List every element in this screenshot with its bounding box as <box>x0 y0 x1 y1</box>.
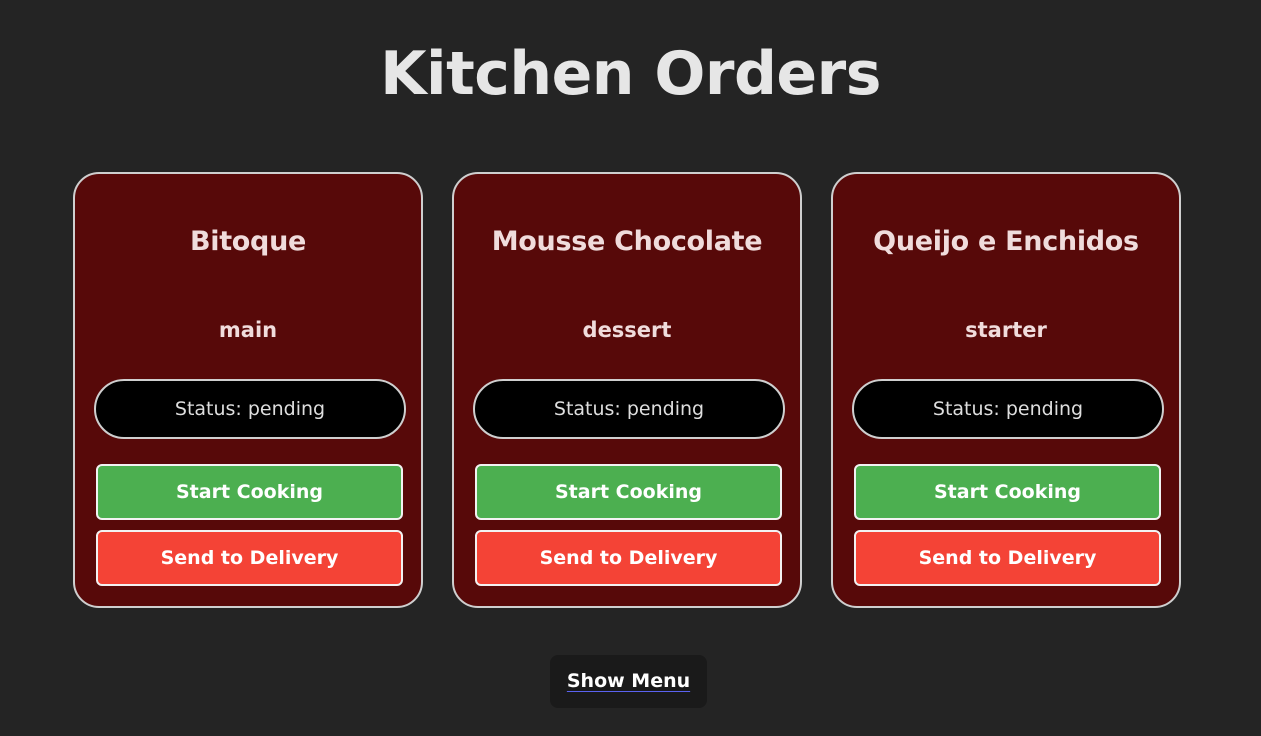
show-menu-label: Show Menu <box>566 670 691 692</box>
page-title: Kitchen Orders <box>380 39 881 109</box>
status-badge: Status: pending <box>852 379 1164 439</box>
show-menu-button[interactable]: Show Menu <box>550 655 707 708</box>
status-badge: Status: pending <box>473 379 785 439</box>
order-card: Queijo e Enchidos starter Status: pendin… <box>831 172 1181 608</box>
order-card: Mousse Chocolate dessert Status: pending… <box>452 172 802 608</box>
send-to-delivery-button[interactable]: Send to Delivery <box>854 530 1161 586</box>
dish-category: starter <box>965 318 1047 342</box>
send-to-delivery-button[interactable]: Send to Delivery <box>475 530 782 586</box>
dish-name: Queijo e Enchidos <box>873 226 1139 257</box>
dish-name: Mousse Chocolate <box>491 226 763 257</box>
start-cooking-button[interactable]: Start Cooking <box>854 464 1161 520</box>
dish-category: dessert <box>582 318 672 342</box>
dish-category: main <box>218 318 278 342</box>
start-cooking-button[interactable]: Start Cooking <box>475 464 782 520</box>
orders-list: Bitoque main Status: pending Start Cooki… <box>73 172 1188 612</box>
send-to-delivery-button[interactable]: Send to Delivery <box>96 530 403 586</box>
order-card: Bitoque main Status: pending Start Cooki… <box>73 172 423 608</box>
start-cooking-button[interactable]: Start Cooking <box>96 464 403 520</box>
status-badge: Status: pending <box>94 379 406 439</box>
dish-name: Bitoque <box>189 226 307 257</box>
